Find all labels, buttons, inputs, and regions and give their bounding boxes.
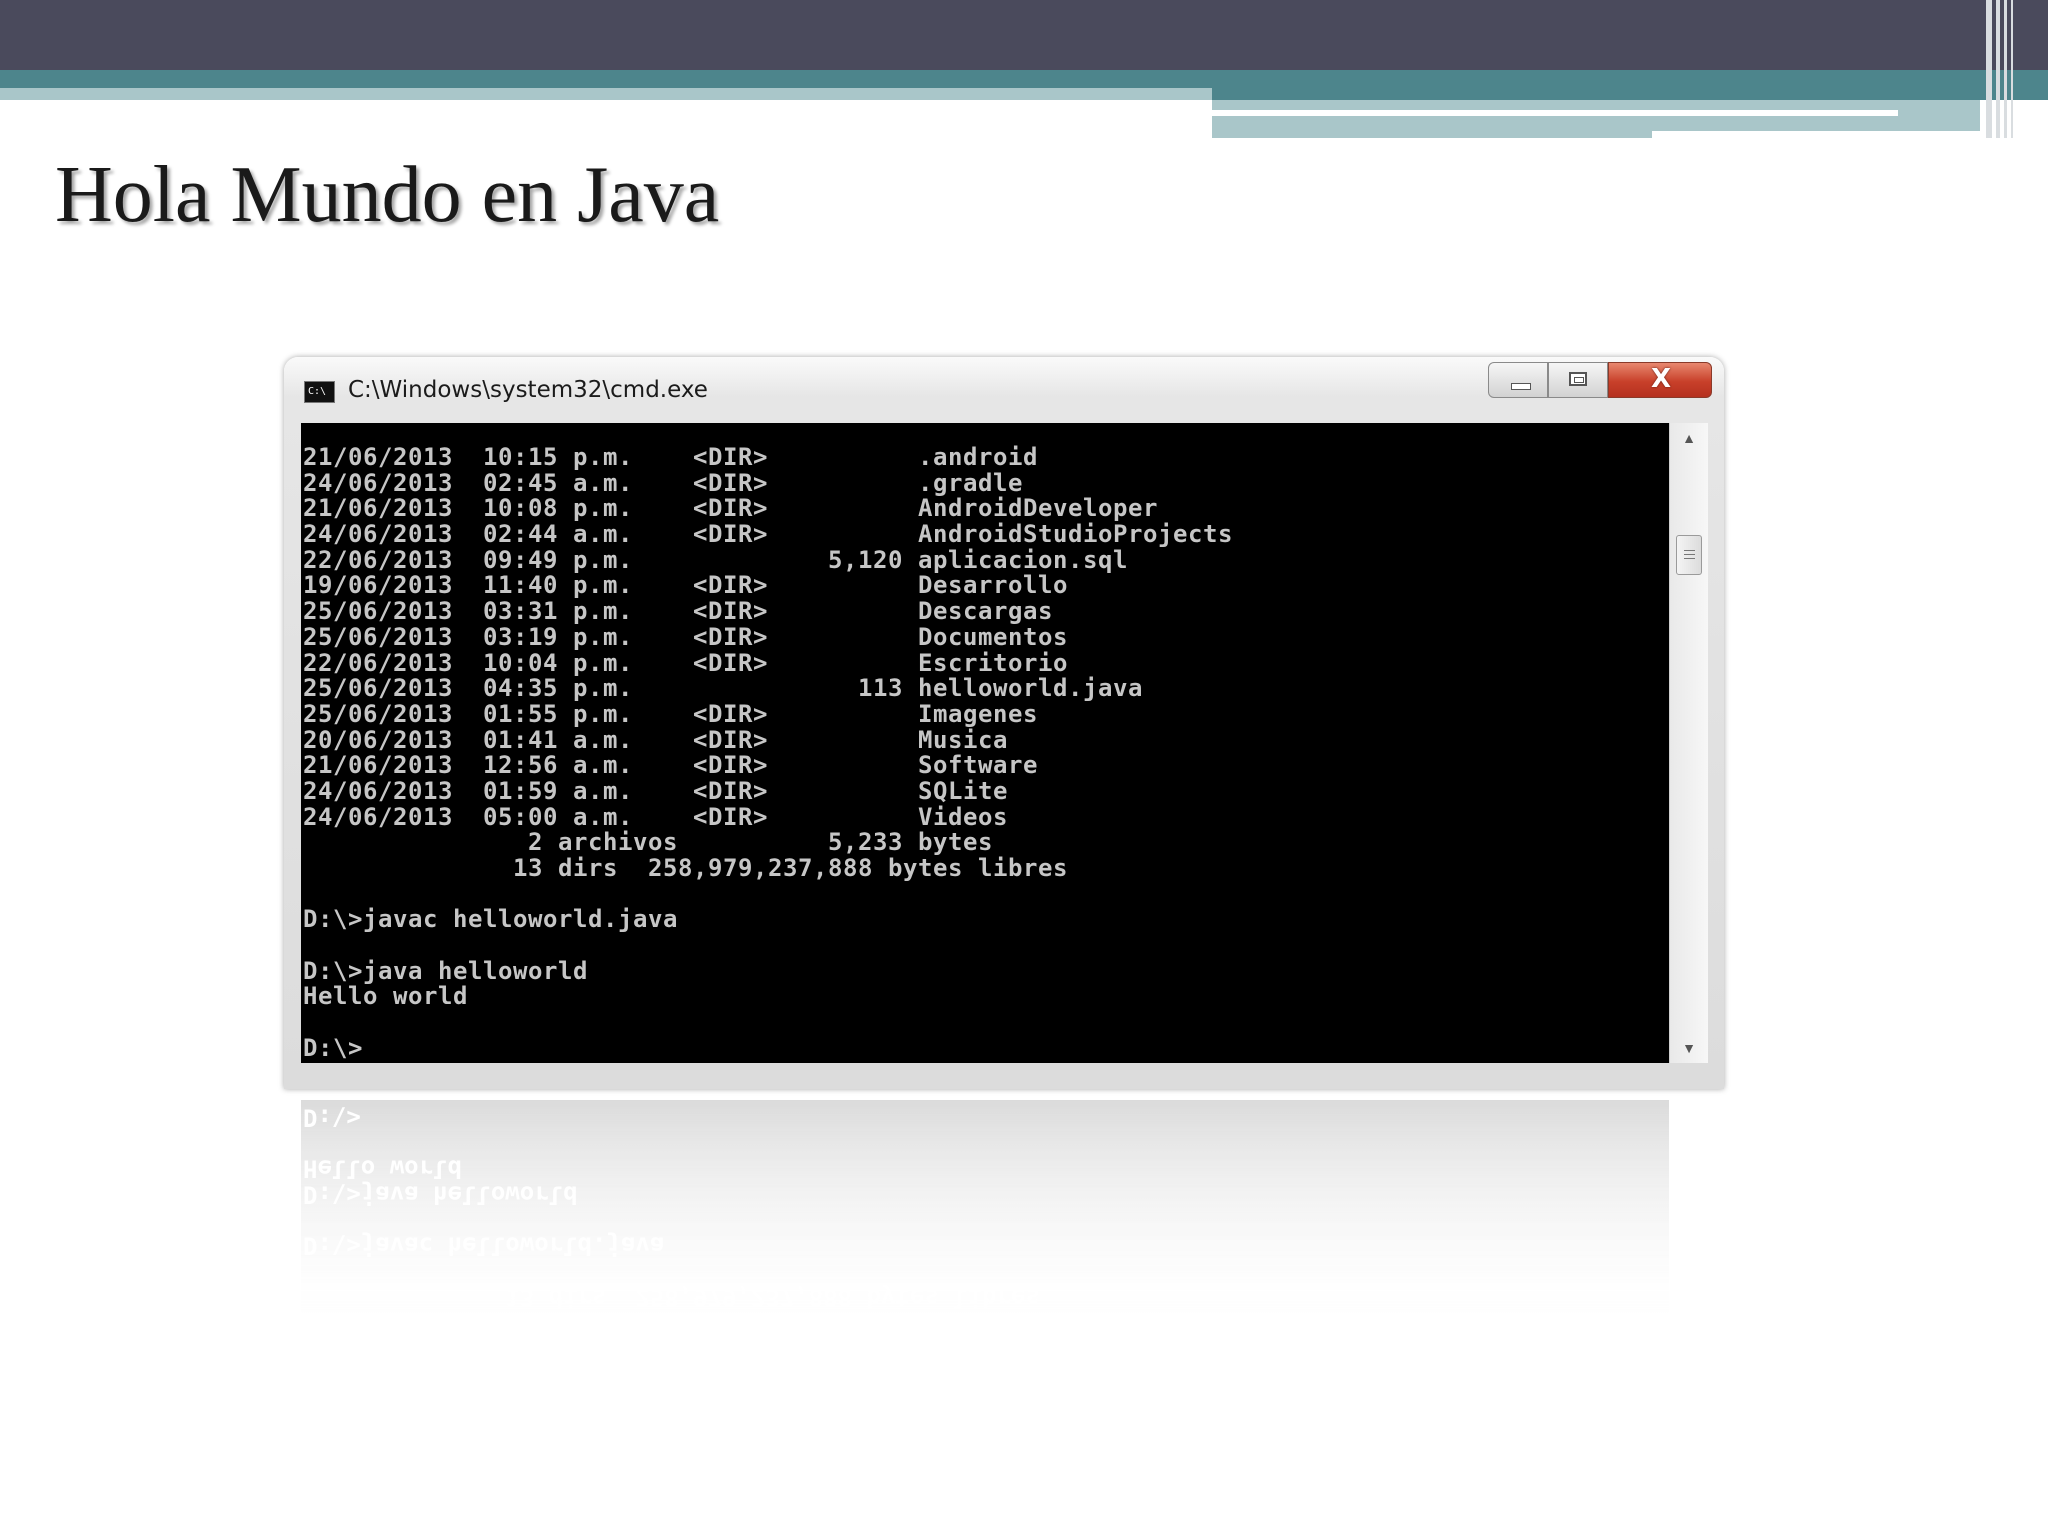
reflection-line: Hello world (303, 1155, 462, 1184)
console-line: 24/06/2013 05:00 a.m. <DIR> Videos (303, 802, 1008, 831)
console-line: 21/06/2013 10:08 p.m. <DIR> AndroidDevel… (303, 494, 1158, 523)
header-stripe (1996, 0, 2000, 138)
reflection-lines: D:\> Hello world D:\>java helloworld D:\>ja… (303, 1103, 1040, 1312)
console-line: 21/06/2013 10:15 p.m. <DIR> .android (303, 443, 1038, 471)
window-reflection: D:\> Hello world D:\>java helloworld D:\>ja… (284, 1100, 1724, 1330)
console-line: 20/06/2013 01:41 a.m. <DIR> Musica (303, 725, 1008, 754)
console-line: 25/06/2013 03:19 p.m. <DIR> Documentos (303, 622, 1068, 651)
reflection-line: D:\> (303, 1103, 361, 1132)
scroll-thumb[interactable] (1676, 535, 1702, 575)
console-line: D:\> (303, 1033, 363, 1062)
console-line: 21/06/2013 12:56 a.m. <DIR> Software (303, 751, 1038, 780)
grip-line (1684, 558, 1695, 559)
console-line: 2 archivos 5,233 bytes (303, 828, 993, 857)
console-line: 22/06/2013 10:04 p.m. <DIR> Escritorio (303, 648, 1068, 677)
console-line: 25/06/2013 01:55 p.m. <DIR> Imagenes (303, 699, 1038, 728)
close-button[interactable]: X (1608, 362, 1712, 398)
reflection-line (303, 1258, 1040, 1284)
header-accent-notch (1652, 131, 1982, 140)
slide-title: Hola Mundo en Java (55, 151, 720, 239)
header-stripe (2011, 0, 2013, 138)
grip-line (1684, 550, 1695, 551)
scroll-down-icon[interactable]: ▼ (1670, 1033, 1708, 1063)
console-line: 24/06/2013 01:59 a.m. <DIR> SQLite (303, 776, 1008, 805)
console-line: D:\>java helloworld (303, 956, 588, 985)
header-stripe (1986, 0, 1992, 138)
console-line: 13 dirs 258,979,237,888 bytes libres (303, 854, 1068, 882)
minimize-button[interactable] (1488, 362, 1548, 398)
console-line: 24/06/2013 02:45 a.m. <DIR> .gradle (303, 468, 1023, 497)
reflection-line (303, 1207, 1040, 1233)
console-line: 22/06/2013 09:49 p.m. 5,120 aplicacion.s… (303, 545, 1128, 574)
close-icon: X (1650, 364, 1672, 394)
maximize-icon (1569, 372, 1587, 386)
reflection-line (303, 1130, 1040, 1156)
console-line: 24/06/2013 02:44 a.m. <DIR> AndroidStudi… (303, 520, 1233, 549)
console-lines: 21/06/2013 10:15 p.m. <DIR> .android 24/0… (303, 443, 1233, 1062)
cmd-window: C:\ C:\Windows\system32\cmd.exe X 21/06/… (284, 357, 1724, 1089)
header-band-pale (0, 88, 1212, 100)
reflection-line: 13 dirs 258,979,237,888 bytes libres (303, 1283, 1040, 1312)
grip-line (1684, 554, 1695, 555)
console-line: D:\>javac helloworld.java (303, 905, 678, 934)
vertical-scrollbar[interactable]: ▲ ▼ (1669, 423, 1708, 1063)
window-title: C:\Windows\system32\cmd.exe (348, 377, 708, 403)
minimize-icon (1511, 383, 1531, 390)
console-line: 25/06/2013 04:35 p.m. 113 helloworld.jav… (303, 674, 1143, 703)
window-titlebar[interactable]: C:\ C:\Windows\system32\cmd.exe X (284, 357, 1724, 427)
console-output[interactable]: 21/06/2013 10:15 p.m. <DIR> .android 24/0… (301, 423, 1669, 1063)
console-line: Hello world (303, 982, 468, 1011)
maximize-button[interactable] (1548, 362, 1608, 398)
reflection-line: D:\>java helloworld (303, 1180, 578, 1209)
header-bar-dark (0, 0, 2048, 70)
scroll-up-icon[interactable]: ▲ (1670, 423, 1708, 453)
console-line: 19/06/2013 11:40 p.m. <DIR> Desarrollo (303, 571, 1068, 600)
reflection-line: D:\>javac helloworld.java (303, 1232, 665, 1261)
header-accent-line (1212, 110, 1898, 116)
cmd-icon: C:\ (304, 381, 335, 403)
header-stripe (2004, 0, 2007, 138)
console-line: 25/06/2013 03:31 p.m. <DIR> Descargas (303, 597, 1053, 626)
